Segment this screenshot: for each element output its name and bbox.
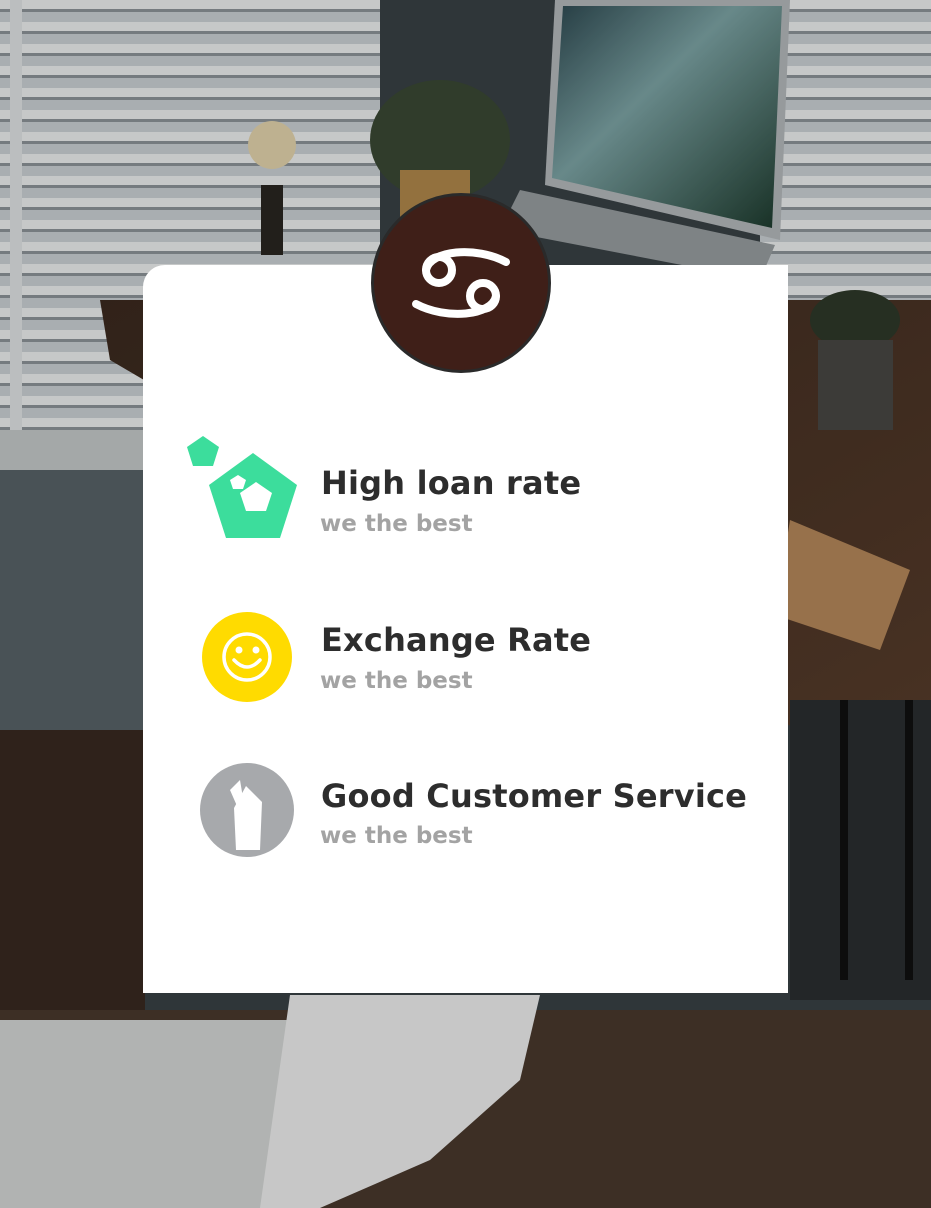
smiley-face-icon [202, 612, 292, 702]
feature-title: Good Customer Service [321, 777, 748, 815]
feature-item-exchange-rate: Exchange Rate we the best [180, 606, 740, 716]
feature-subtitle: we the best [320, 668, 473, 694]
feature-subtitle: we the best [320, 511, 473, 537]
pen-nib-icon [200, 763, 294, 857]
cancer-zodiac-icon [412, 248, 510, 318]
feature-subtitle: we the best [320, 823, 473, 849]
feature-item-high-loan-rate: High loan rate we the best [180, 436, 740, 546]
feature-title: Exchange Rate [321, 621, 592, 659]
feature-item-good-customer-service: Good Customer Service we the best [180, 758, 747, 868]
header-badge [371, 193, 551, 373]
pentagon-gem-icon [187, 436, 297, 538]
feature-title: High loan rate [321, 464, 582, 502]
